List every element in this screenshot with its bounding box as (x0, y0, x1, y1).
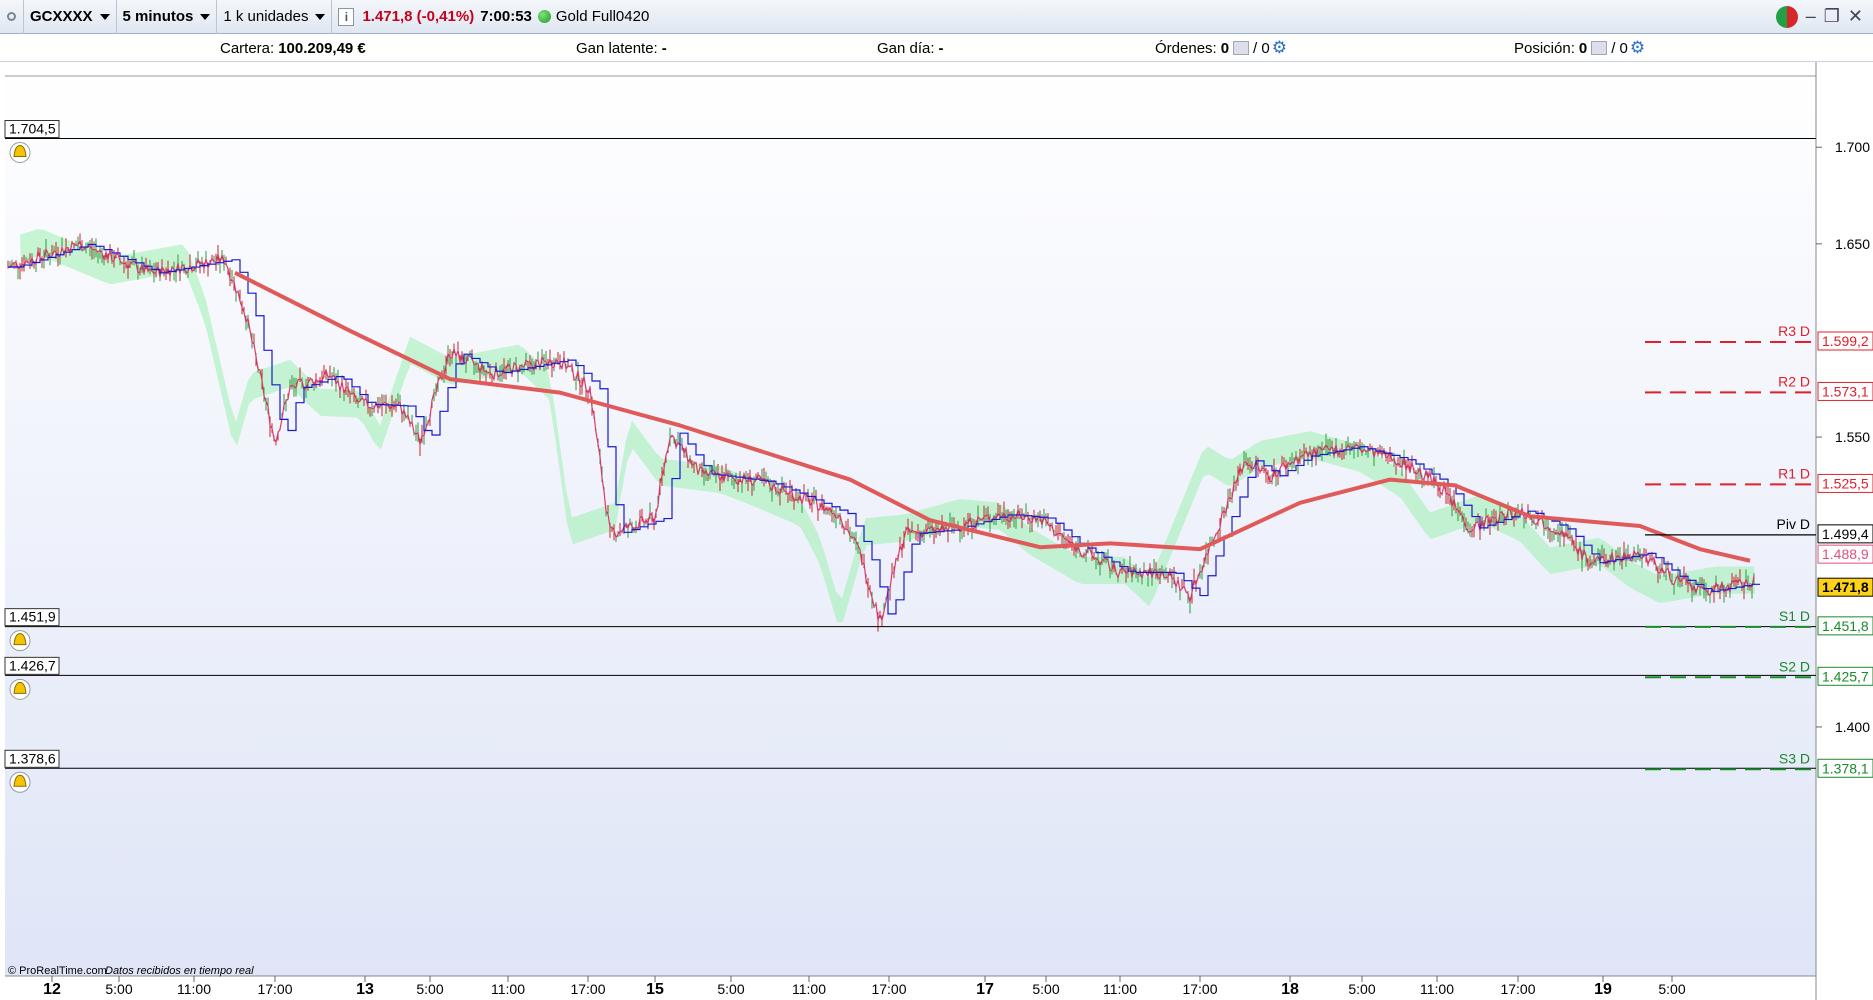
y-tick-label: 1.400 (1835, 719, 1870, 735)
x-tick-label: 13 (356, 981, 374, 998)
ordenes: Órdenes: 0 / 0 ⚙ (1155, 34, 1287, 62)
symbol-selector[interactable]: GCXXXX (24, 0, 117, 34)
chevron-down-icon (315, 13, 326, 20)
x-tick-label: 5:00 (717, 981, 744, 997)
bell-icon[interactable] (9, 630, 31, 652)
pivot-value: 1.499,4 (1822, 526, 1869, 542)
account-bar: Cartera: 100.209,49 € Gan latente: - Gan… (0, 34, 1873, 62)
chart-toolbar: GCXXXX 5 minutos 1 k unidades i 1.471,8 … (0, 0, 1873, 34)
x-tick-label: 15 (646, 981, 664, 998)
gan-latente: Gan latente: - (576, 34, 667, 62)
x-tick-label: 5:00 (1658, 981, 1685, 997)
ordenes-label: Órdenes: (1155, 39, 1217, 57)
price-label: 1.488,9 (1822, 546, 1869, 562)
pivot-name: R1 D (1778, 465, 1810, 481)
pivot-value: 1.599,2 (1822, 333, 1869, 349)
window-controls: – ❐ ✕ (1775, 0, 1873, 34)
pivot-value: 1.378,1 (1822, 760, 1869, 776)
gan-dia: Gan día: - (877, 34, 944, 62)
x-tick-label: 19 (1594, 981, 1612, 998)
ordenes-total: / 0 (1253, 39, 1270, 57)
cartera: Cartera: 100.209,49 € (220, 34, 366, 62)
gan-latente-value: - (661, 39, 667, 57)
minimize-icon[interactable]: – (1806, 6, 1816, 27)
gear-icon[interactable]: ⚙ (1630, 38, 1645, 58)
x-tick-label: 18 (1281, 981, 1299, 998)
x-tick-label: 12 (43, 981, 61, 998)
quote-area: i 1.471,8 (-0,41%) 7:00:53 Gold Full0420 (332, 0, 655, 34)
status-dot-icon (537, 10, 551, 23)
x-tick-label: 17 (976, 981, 994, 998)
x-tick-label: 11:00 (792, 981, 826, 997)
gan-dia-label: Gan día: (877, 39, 935, 57)
pivot-name: S2 D (1779, 658, 1810, 674)
y-tick-label: 1.650 (1835, 236, 1870, 252)
posicion-value: 0 (1578, 39, 1588, 57)
posicion: Posición: 0 / 0 ⚙ (1514, 34, 1645, 62)
pivot-value: 1.525,5 (1822, 475, 1869, 491)
bell-icon[interactable] (9, 142, 31, 164)
bell-icon[interactable] (9, 771, 31, 793)
timeframe-selector[interactable]: 5 minutos (117, 0, 218, 34)
x-tick-label: 5:00 (416, 981, 443, 997)
units-selector[interactable]: 1 k unidades (217, 0, 333, 34)
orders-icon[interactable] (1233, 41, 1250, 55)
chevron-down-icon (200, 13, 211, 20)
units-label: 1 k unidades (223, 8, 309, 25)
posicion-label: Posición: (1514, 39, 1575, 57)
alert-label: 1.378,6 (9, 750, 56, 766)
quote-time: 7:00:53 (480, 8, 532, 25)
x-tick-label: 17:00 (1182, 981, 1217, 997)
posicion-total: / 0 (1611, 39, 1628, 57)
instrument-name: Gold Full0420 (555, 8, 650, 25)
x-tick-label: 17:00 (570, 981, 605, 997)
price-label: 1.471,8 (1822, 579, 1869, 595)
pivot-name: S1 D (1779, 608, 1810, 624)
price-chart[interactable]: 1.704,5 1.451,9 1.426,7 1.378,6 R3 D 1.599,2 R… (0, 62, 1873, 1000)
pivot-value: 1.573,1 (1822, 383, 1869, 399)
footer-status: Datos recibidos en tiempo real (105, 965, 254, 977)
alert-label: 1.704,5 (9, 121, 56, 137)
restore-icon[interactable]: ❐ (1824, 6, 1840, 27)
link-icon[interactable] (0, 0, 24, 34)
pivot-name: R3 D (1778, 323, 1810, 339)
pivot-name: Piv D (1777, 516, 1810, 532)
gan-dia-value: - (938, 39, 944, 57)
pivot-value: 1.425,7 (1822, 668, 1869, 684)
x-tick-label: 11:00 (1103, 981, 1137, 997)
gan-latente-label: Gan latente: (576, 39, 658, 57)
info-icon[interactable]: i (338, 7, 355, 26)
symbol-label: GCXXXX (30, 8, 93, 25)
x-tick-label: 17:00 (1500, 981, 1535, 997)
sync-icon[interactable] (1775, 5, 1798, 28)
timeframe-label: 5 minutos (122, 8, 194, 25)
positions-icon[interactable] (1591, 41, 1608, 55)
x-tick-label: 5:00 (1348, 981, 1375, 997)
x-tick-label: 11:00 (177, 981, 211, 997)
close-icon[interactable]: ✕ (1848, 6, 1863, 27)
gear-icon[interactable]: ⚙ (1272, 38, 1287, 58)
x-tick-label: 17:00 (257, 981, 292, 997)
cartera-value: 100.209,49 € (278, 39, 366, 57)
pivot-name: S3 D (1779, 750, 1810, 766)
chevron-down-icon (99, 13, 110, 20)
footer-source: © ProRealTime.com (8, 965, 107, 977)
cartera-label: Cartera: (220, 39, 275, 57)
pivot-value: 1.451,8 (1822, 618, 1869, 634)
y-tick-label: 1.700 (1835, 139, 1870, 155)
x-tick-label: 11:00 (1420, 981, 1454, 997)
x-tick-label: 11:00 (491, 981, 525, 997)
y-tick-label: 1.550 (1835, 429, 1870, 445)
x-tick-label: 17:00 (871, 981, 906, 997)
alert-label: 1.451,9 (9, 609, 56, 625)
pivot-name: R2 D (1778, 373, 1810, 389)
bell-icon[interactable] (9, 678, 31, 700)
chart-canvas[interactable]: 1.704,5 1.451,9 1.426,7 1.378,6 R3 D 1.599,2 R… (0, 62, 1873, 1000)
alert-label: 1.426,7 (9, 657, 56, 673)
ordenes-value: 0 (1220, 39, 1230, 57)
x-tick-label: 5:00 (105, 981, 132, 997)
x-tick-label: 5:00 (1032, 981, 1059, 997)
last-price: 1.471,8 (-0,41%) (362, 8, 475, 25)
